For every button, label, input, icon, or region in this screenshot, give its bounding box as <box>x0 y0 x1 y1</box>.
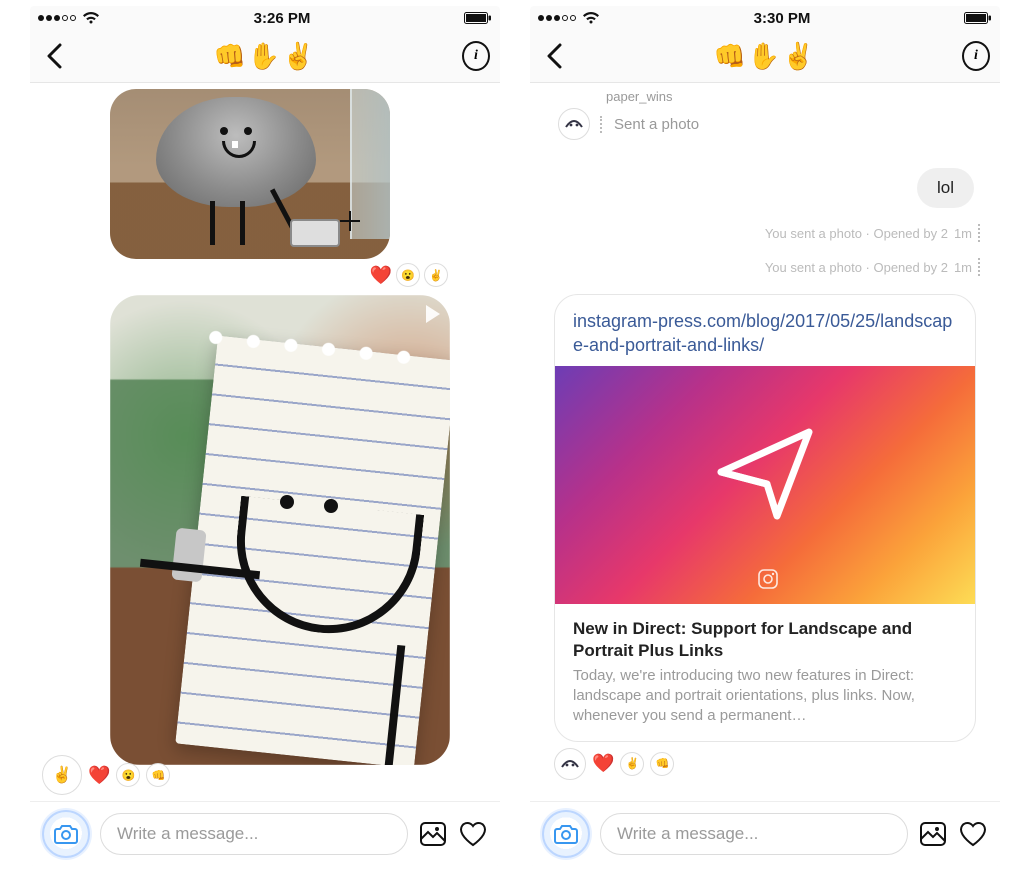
status-left <box>38 11 100 25</box>
heart-icon: ❤️ <box>88 765 110 786</box>
message-placeholder: Write a message... <box>117 824 258 844</box>
link-preview-image <box>555 366 975 604</box>
instagram-glyph-icon <box>759 570 777 588</box>
link-url: instagram-press.com/blog/2017/05/25/land… <box>555 295 975 366</box>
message-photo-rock[interactable] <box>110 89 390 259</box>
info-button[interactable]: i <box>962 41 990 71</box>
signal-dots-icon <box>538 15 576 21</box>
message-bubble-outgoing[interactable]: lol <box>917 168 974 208</box>
status-left <box>538 11 600 25</box>
reaction-row: ❤️ ✌️ 👊 <box>554 748 988 780</box>
message-input[interactable]: Write a message... <box>600 813 908 855</box>
chat-scroll[interactable]: paper_wins Sent a photo lol You sent a p… <box>530 83 1000 801</box>
reactor-avatar[interactable]: 👊 <box>146 763 170 787</box>
reaction-row-bottom: ✌️ ❤️ 😮 👊 <box>42 755 170 795</box>
status-right <box>464 11 492 25</box>
sender-avatar[interactable] <box>554 748 586 780</box>
sent-status-text: You sent a photo · Opened by 2 <box>765 260 948 275</box>
nav-bar: 👊✋✌️ i <box>30 30 500 83</box>
wifi-icon <box>582 11 600 25</box>
message-placeholder: Write a message... <box>617 824 758 844</box>
info-icon: i <box>462 41 490 71</box>
camera-icon <box>54 824 78 844</box>
phone-screen-left: 3:26 PM 👊✋✌️ i ❤️ 😮 <box>30 6 500 866</box>
gallery-button[interactable] <box>418 822 448 846</box>
phone-screen-right: 3:30 PM 👊✋✌️ i paper_wins Sent a photo <box>530 6 1000 866</box>
sent-status-row: You sent a photo · Opened by 2 1m <box>542 224 980 242</box>
reaction-row: ❤️ 😮 ✌️ <box>42 263 448 287</box>
composer: Write a message... <box>30 801 500 866</box>
sent-status-row: You sent a photo · Opened by 2 1m <box>542 258 980 276</box>
reactor-avatar[interactable]: ✌️ <box>424 263 448 287</box>
nav-bar: 👊✋✌️ i <box>530 30 1000 83</box>
paper-plane-icon <box>721 432 809 516</box>
play-icon <box>426 305 440 323</box>
link-title: New in Direct: Support for Landscape and… <box>555 604 975 666</box>
back-button[interactable] <box>540 43 568 69</box>
camera-icon <box>554 824 578 844</box>
camera-button[interactable] <box>42 810 90 858</box>
chat-scroll[interactable]: ❤️ 😮 ✌️ ✌️ ❤️ 😮 👊 <box>30 83 500 801</box>
info-icon: i <box>962 41 990 71</box>
sent-status-text: You sent a photo · Opened by 2 <box>765 226 948 241</box>
back-button[interactable] <box>40 43 68 69</box>
disappearing-photo-row[interactable]: Sent a photo <box>558 108 988 140</box>
battery-icon <box>964 11 992 25</box>
chat-title: 👊✋✌️ <box>76 41 454 72</box>
sender-avatar[interactable] <box>558 108 590 140</box>
info-button[interactable]: i <box>462 41 490 71</box>
heart-outline-icon <box>959 821 987 847</box>
heart-outline-icon <box>459 821 487 847</box>
gallery-icon <box>420 822 446 846</box>
chat-title: 👊✋✌️ <box>576 41 954 72</box>
reactor-avatar[interactable]: 👊 <box>650 752 674 776</box>
like-button[interactable] <box>458 821 488 847</box>
reactor-avatar[interactable]: 😮 <box>396 263 420 287</box>
sent-status-time: 1m <box>954 226 972 241</box>
heart-icon: ❤️ <box>592 753 614 774</box>
sender-avatar[interactable]: ✌️ <box>42 755 82 795</box>
reactor-avatar[interactable]: 😮 <box>116 763 140 787</box>
reactor-avatar[interactable]: ✌️ <box>620 752 644 776</box>
battery-icon <box>464 11 492 25</box>
wifi-icon <box>82 11 100 25</box>
status-time: 3:30 PM <box>600 10 964 27</box>
message-video-paper[interactable] <box>110 295 450 765</box>
sender-username: paper_wins <box>606 89 988 104</box>
status-bar: 3:26 PM <box>30 6 500 30</box>
status-bar: 3:30 PM <box>530 6 1000 30</box>
gallery-button[interactable] <box>918 822 948 846</box>
sent-photo-label: Sent a photo <box>600 116 699 133</box>
sent-status-time: 1m <box>954 260 972 275</box>
status-time: 3:26 PM <box>100 10 464 27</box>
message-text: lol <box>937 178 954 197</box>
status-right <box>964 11 992 25</box>
like-button[interactable] <box>958 821 988 847</box>
message-input[interactable]: Write a message... <box>100 813 408 855</box>
heart-icon: ❤️ <box>370 265 392 286</box>
camera-button[interactable] <box>542 810 590 858</box>
link-description: Today, we're introducing two new feature… <box>555 666 975 741</box>
ephemeral-indicator-icon <box>978 224 980 242</box>
signal-dots-icon <box>38 15 76 21</box>
composer: Write a message... <box>530 801 1000 866</box>
link-preview-card[interactable]: instagram-press.com/blog/2017/05/25/land… <box>554 294 976 742</box>
ephemeral-indicator-icon <box>978 258 980 276</box>
gallery-icon <box>920 822 946 846</box>
